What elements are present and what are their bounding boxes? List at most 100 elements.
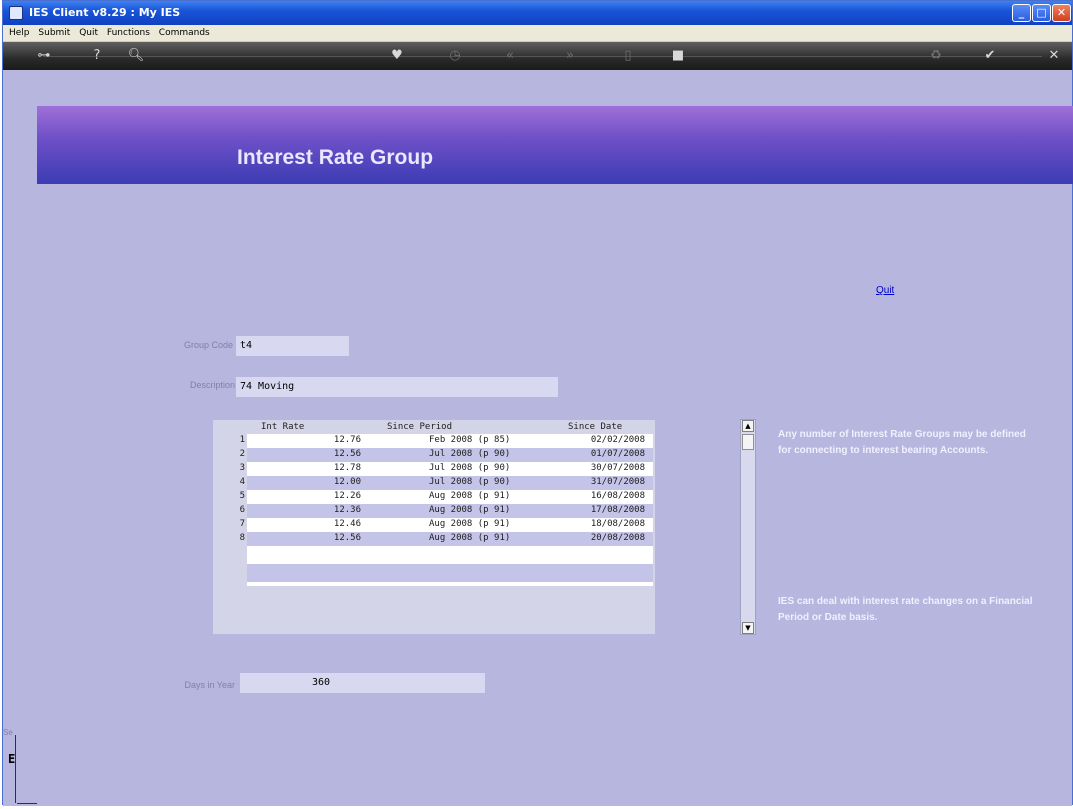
group-code-label: Group Code — [183, 340, 233, 350]
table-row-empty[interactable] — [213, 546, 655, 564]
cell-period[interactable]: Feb 2008 (p 85) — [429, 435, 510, 445]
cell-rate[interactable]: 12.00 — [334, 477, 361, 487]
menu-commands[interactable]: Commands — [159, 25, 210, 42]
title-bar: IES Client v8.29 : My IES _ □ ✕ — [3, 1, 1072, 25]
row-number: 8 — [239, 533, 245, 543]
menu-quit[interactable]: Quit — [79, 25, 98, 42]
table-row[interactable]: 5 12.26 Aug 2008 (p 91) 16/08/2008 — [213, 490, 655, 504]
menu-help[interactable]: Help — [9, 25, 30, 42]
forward-icon[interactable]: » — [559, 47, 581, 65]
table-row-empty[interactable] — [213, 582, 655, 586]
cell-period[interactable]: Aug 2008 (p 91) — [429, 519, 510, 529]
row-number: 1 — [239, 435, 245, 445]
description-field[interactable]: 74 Moving — [236, 377, 558, 397]
cell-rate[interactable]: 12.56 — [334, 449, 361, 459]
search-icon[interactable]: 🔍︎ — [125, 47, 147, 65]
column-header-int-rate: Int Rate — [261, 422, 305, 432]
scroll-thumb[interactable] — [742, 434, 754, 450]
cell-date[interactable]: 31/07/2008 — [591, 477, 645, 487]
row-cells[interactable] — [247, 564, 653, 582]
table-row[interactable]: 6 12.36 Aug 2008 (p 91) 17/08/2008 — [213, 504, 655, 518]
row-number: 2 — [239, 449, 245, 459]
cell-period[interactable]: Jul 2008 (p 90) — [429, 463, 510, 473]
table-row[interactable]: 7 12.46 Aug 2008 (p 91) 18/08/2008 — [213, 518, 655, 532]
help-icon[interactable]: ? — [86, 47, 108, 65]
cell-rate[interactable]: 12.26 — [334, 491, 361, 501]
cell-date[interactable]: 18/08/2008 — [591, 519, 645, 529]
stop-icon[interactable]: ▯ — [617, 47, 639, 65]
app-icon — [9, 6, 23, 20]
row-cells[interactable]: 12.56 Aug 2008 (p 91) 20/08/2008 — [247, 532, 653, 546]
cell-period[interactable]: Aug 2008 (p 91) — [429, 491, 510, 501]
app-window: IES Client v8.29 : My IES _ □ ✕ Help Sub… — [2, 0, 1073, 806]
side-panel-fragment: Se E — [3, 725, 37, 805]
cell-date[interactable]: 01/07/2008 — [591, 449, 645, 459]
table-row[interactable]: 4 12.00 Jul 2008 (p 90) 31/07/2008 — [213, 476, 655, 490]
row-cells[interactable] — [247, 546, 653, 564]
cell-rate[interactable]: 12.46 — [334, 519, 361, 529]
row-cells[interactable]: 12.26 Aug 2008 (p 91) 16/08/2008 — [247, 490, 653, 504]
clock-icon[interactable]: ◷ — [444, 47, 466, 65]
cell-date[interactable]: 30/07/2008 — [591, 463, 645, 473]
row-cells[interactable]: 12.46 Aug 2008 (p 91) 18/08/2008 — [247, 518, 653, 532]
row-number: 7 — [239, 519, 245, 529]
minimize-button[interactable]: _ — [1012, 4, 1031, 22]
table-row[interactable]: 8 12.56 Aug 2008 (p 91) 20/08/2008 — [213, 532, 655, 546]
recycle-icon[interactable]: ♻ — [925, 47, 947, 65]
cell-period[interactable]: Aug 2008 (p 91) — [429, 533, 510, 543]
table-row[interactable]: 2 12.56 Jul 2008 (p 90) 01/07/2008 — [213, 448, 655, 462]
scroll-down-arrow-icon[interactable]: ▼ — [742, 622, 754, 634]
quit-link[interactable]: Quit — [876, 285, 894, 296]
cell-date[interactable]: 02/02/2008 — [591, 435, 645, 445]
row-cells[interactable] — [247, 582, 653, 586]
group-code-field[interactable]: t4 — [236, 336, 349, 356]
scroll-up-arrow-icon[interactable]: ▲ — [742, 420, 754, 432]
toolbar-divider — [43, 56, 1042, 57]
row-number: 3 — [239, 463, 245, 473]
days-in-year-field[interactable]: 360 — [240, 673, 485, 693]
cell-date[interactable]: 16/08/2008 — [591, 491, 645, 501]
cell-rate[interactable]: 12.76 — [334, 435, 361, 445]
menu-submit[interactable]: Submit — [38, 25, 70, 42]
table-row[interactable]: 1 12.76 Feb 2008 (p 85) 02/02/2008 — [213, 434, 655, 448]
page-header: Interest Rate Group — [37, 106, 1073, 184]
close-icon[interactable]: ✕ — [1043, 47, 1065, 65]
key-icon[interactable]: ⊶ — [33, 47, 55, 65]
help-scrollbar[interactable]: ▲ ▼ — [740, 419, 756, 635]
maximize-button[interactable]: □ — [1032, 4, 1051, 22]
rewind-icon[interactable]: « — [499, 47, 521, 65]
check-icon[interactable]: ✔ — [979, 47, 1001, 65]
cell-date[interactable]: 20/08/2008 — [591, 533, 645, 543]
row-number: 6 — [239, 505, 245, 515]
window-title: IES Client v8.29 : My IES — [29, 6, 181, 19]
menu-bar: Help Submit Quit Functions Commands — [3, 25, 1072, 42]
close-window-button[interactable]: ✕ — [1052, 4, 1071, 22]
menu-functions[interactable]: Functions — [107, 25, 150, 42]
days-in-year-label: Days in Year — [184, 680, 235, 690]
row-cells[interactable]: 12.76 Feb 2008 (p 85) 02/02/2008 — [247, 434, 653, 448]
row-cells[interactable]: 12.00 Jul 2008 (p 90) 31/07/2008 — [247, 476, 653, 490]
cell-rate[interactable]: 12.36 — [334, 505, 361, 515]
page-title: Interest Rate Group — [237, 146, 434, 169]
table-row[interactable]: 3 12.78 Jul 2008 (p 90) 30/07/2008 — [213, 462, 655, 476]
cell-period[interactable]: Jul 2008 (p 90) — [429, 477, 510, 487]
cell-period[interactable]: Jul 2008 (p 90) — [429, 449, 510, 459]
cell-rate[interactable]: 12.78 — [334, 463, 361, 473]
row-cells[interactable]: 12.78 Jul 2008 (p 90) 30/07/2008 — [247, 462, 653, 476]
cell-date[interactable]: 17/08/2008 — [591, 505, 645, 515]
help-text-2: IES can deal with interest rate changes … — [778, 596, 1033, 623]
help-text-1: Any number of Interest Rate Groups may b… — [778, 429, 1026, 456]
column-header-since-date: Since Date — [568, 422, 623, 432]
cell-rate[interactable]: 12.56 — [334, 533, 361, 543]
description-label: Description — [189, 380, 235, 390]
cell-period[interactable]: Aug 2008 (p 91) — [429, 505, 510, 515]
side-panel-label: Se — [3, 728, 13, 737]
row-cells[interactable]: 12.56 Jul 2008 (p 90) 01/07/2008 — [247, 448, 653, 462]
square-icon[interactable]: ■ — [667, 47, 689, 65]
row-cells[interactable]: 12.36 Aug 2008 (p 91) 17/08/2008 — [247, 504, 653, 518]
row-number: 4 — [239, 477, 245, 487]
table-row-empty[interactable] — [213, 564, 655, 582]
heart-icon[interactable]: ♥ — [386, 47, 408, 65]
main-content: Interest Rate Group Quit Group Code t4 D… — [3, 70, 1073, 806]
table-header: Int Rate Since Period Since Date — [213, 420, 655, 434]
